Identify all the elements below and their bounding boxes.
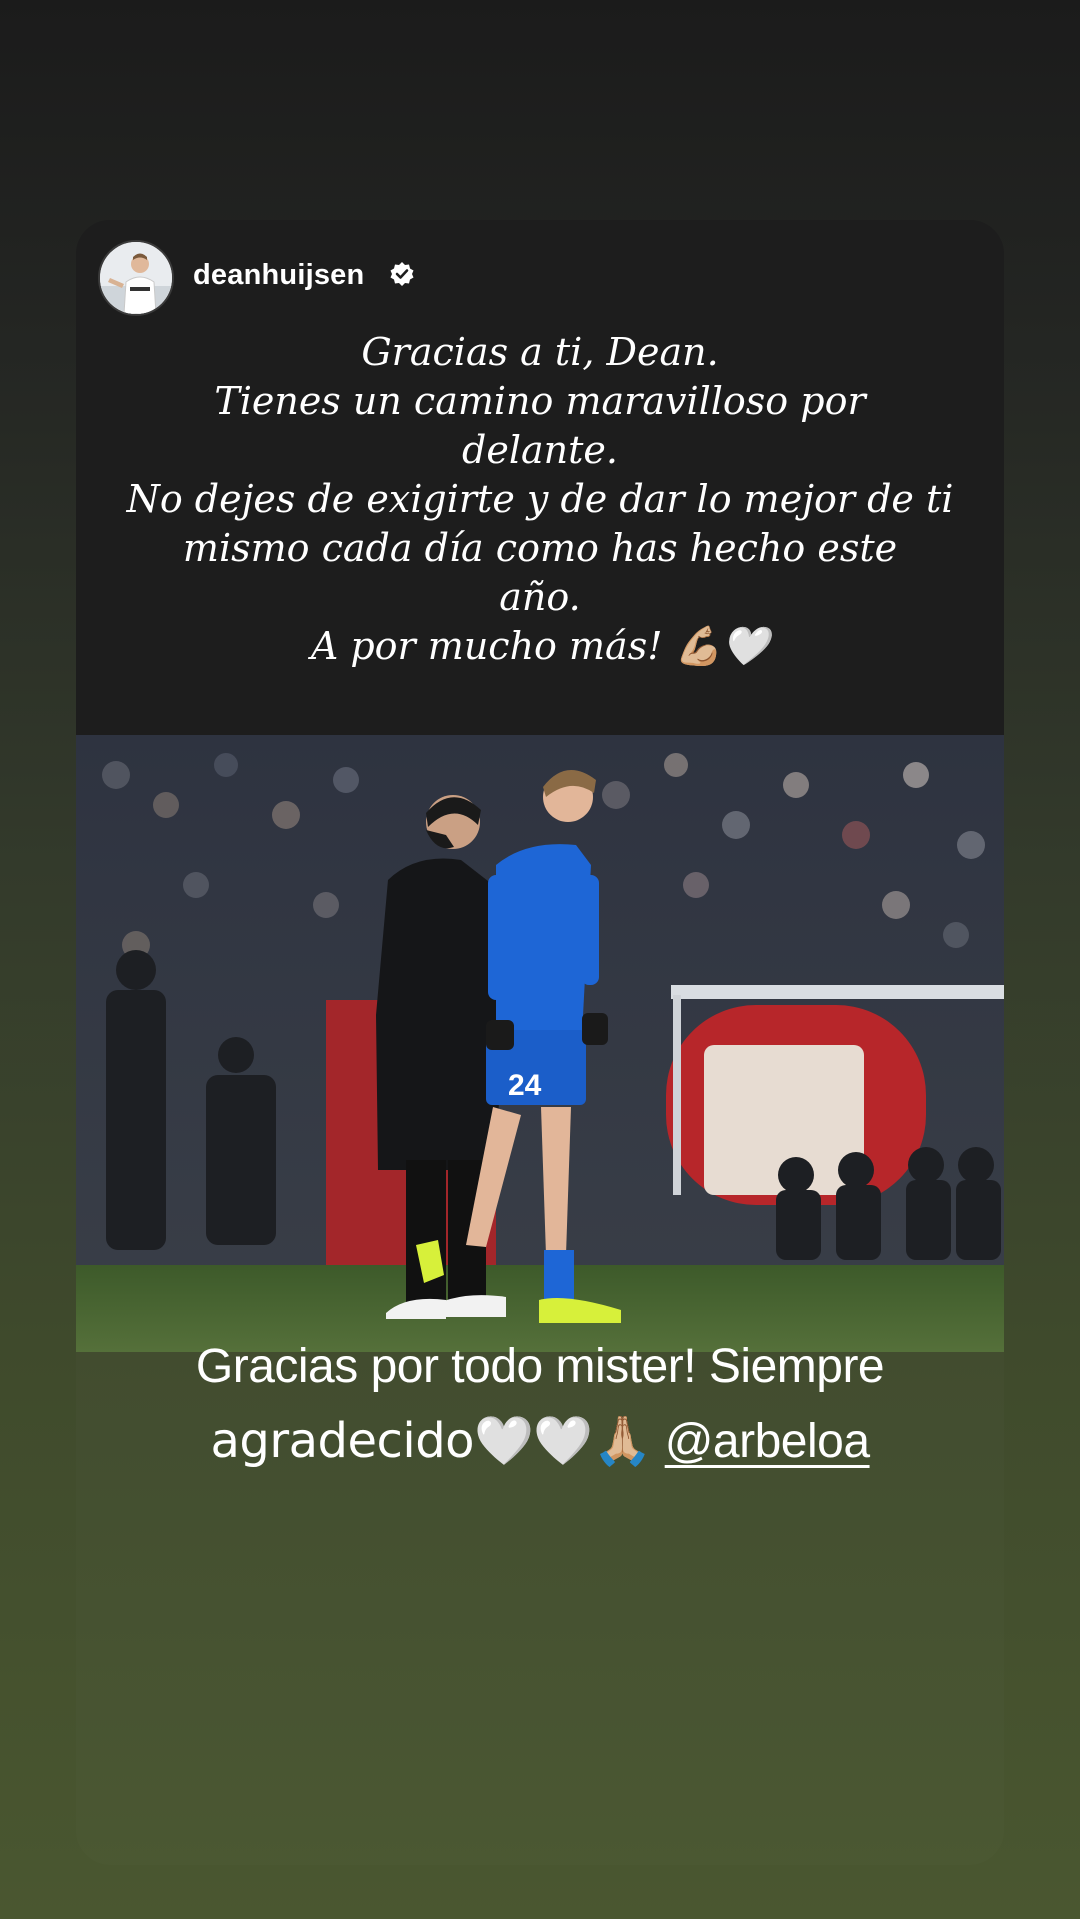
mention-link[interactable]: @arbeloa [665,1415,870,1468]
story-text: Gracias por todo mister! Siempre agradec… [0,1330,1080,1479]
story-text-line2: agradecido🤍🤍🙏🏼 [210,1413,652,1469]
post-photo[interactable]: 24 [76,735,1004,1352]
avatar-photo-icon [100,242,172,314]
post-header-area: deanhuijsen Gracias a ti, Dean. Tienes u… [76,220,1004,735]
caption-line: delante. [462,428,618,472]
story-text-line: Gracias por todo mister! Siempre [195,1340,885,1393]
caption-line: Tienes un camino maravilloso por [214,379,866,423]
caption-line: A por mucho más! 💪🏼🤍 [310,624,770,668]
jersey-number: 24 [508,1069,542,1102]
caption-line: Gracias a ti, Dean. [361,330,719,374]
caption-line: año. [499,575,581,619]
caption-line: mismo cada día como has hecho este [182,526,898,570]
post-username[interactable]: deanhuijsen [193,259,364,292]
post-caption: Gracias a ti, Dean. Tienes un camino mar… [106,328,974,671]
football-photo-icon: 24 [76,735,1004,1352]
story-text-line: agradecido🤍🤍🙏🏼 @arbeloa [0,1404,1080,1479]
shared-post-card[interactable]: deanhuijsen Gracias a ti, Dean. Tienes u… [76,220,1004,1865]
caption-line: No dejes de exigirte y de dar lo mejor d… [126,477,954,521]
verified-badge-icon [390,262,414,286]
avatar[interactable] [98,240,174,316]
